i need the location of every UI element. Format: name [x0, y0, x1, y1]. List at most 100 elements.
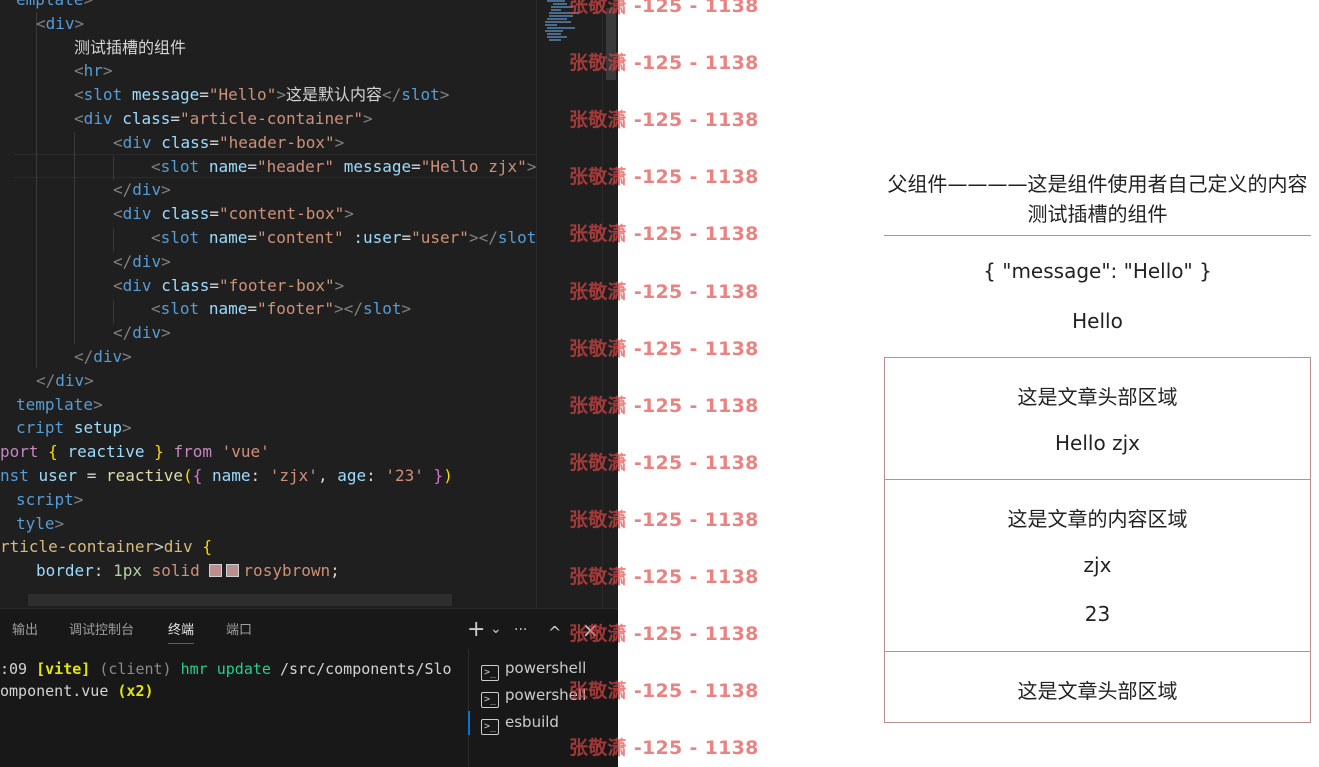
code-editor[interactable]: emplate><div>测试插槽的组件<hr><slot message="H…	[0, 0, 536, 608]
code-token: >	[84, 370, 94, 390]
code-token: tyle	[16, 513, 55, 533]
code-line: </div>	[36, 369, 94, 393]
watermark-text: 张敬潇 -125 - 1138	[569, 451, 759, 474]
tab-debug-console[interactable]: 调试控制台	[69, 622, 134, 644]
watermark-text: 张敬潇 -125 - 1138	[569, 0, 759, 17]
code-token: </	[381, 85, 402, 105]
code-token: "Hello"	[208, 85, 277, 105]
code-token: <	[74, 61, 84, 81]
terminal-token: (x2)	[117, 682, 154, 700]
code-token: </	[113, 180, 133, 200]
maximize-panel-button[interactable]: ^	[548, 621, 561, 645]
code-token: div	[132, 323, 162, 343]
code-token: =	[209, 132, 219, 152]
add-terminal-button[interactable]: +	[467, 618, 485, 642]
footer-box-title: 这是文章头部区域	[1017, 679, 1178, 703]
code-token: <	[36, 13, 46, 33]
code-token: emplate	[16, 0, 83, 9]
code-token: name	[208, 228, 248, 247]
minimap-line	[545, 30, 563, 32]
terminal-token: hmr update	[180, 660, 271, 678]
more-actions-button[interactable]: ···	[514, 618, 527, 642]
tab-output[interactable]: 输出	[12, 622, 38, 644]
code-token: >	[154, 537, 164, 557]
code-token: >	[121, 418, 132, 438]
watermark-text: 张敬潇 -125 - 1138	[569, 508, 759, 531]
code-line: cript setup>	[16, 416, 132, 440]
code-token: "header-box"	[219, 132, 335, 152]
watermark-text: 张敬潇 -125 - 1138	[569, 337, 759, 360]
code-token: slot	[83, 85, 123, 105]
code-line: nst user = reactive({ name: 'zjx', age: …	[0, 464, 453, 488]
code-token: class	[161, 132, 210, 152]
slot-props-text: { "message": "Hello" }	[983, 259, 1212, 283]
code-token: >	[363, 109, 373, 128]
code-token: >	[334, 132, 345, 152]
code-token: div	[45, 13, 75, 33]
code-line: </div>	[113, 321, 171, 345]
watermark-text: 张敬潇 -125 - 1138	[569, 166, 759, 189]
minimap-line	[545, 21, 571, 23]
code-token: div	[132, 251, 162, 271]
code-token: }	[154, 442, 164, 462]
tab-terminal[interactable]: 终端	[168, 622, 195, 644]
component-title: 测试插槽的组件	[1027, 202, 1168, 226]
code-token: <	[113, 275, 123, 295]
terminal-item-esbuild[interactable]: >_ esbuild	[468, 709, 559, 735]
content-box-user-name: zjx	[1083, 553, 1112, 577]
code-token: slot	[497, 228, 536, 247]
code-line: template>	[16, 393, 103, 417]
code-token: :	[93, 561, 114, 581]
code-token: (	[183, 466, 193, 485]
code-token: ></	[468, 228, 498, 247]
code-line: <div class="header-box">	[113, 131, 344, 155]
code-line: <slot name="header" message="Hello zjx">	[151, 155, 536, 179]
code-token: reactive	[67, 442, 145, 462]
code-token: div	[122, 204, 152, 224]
code-line: <slot name="content" :user="user"></slot	[151, 226, 536, 250]
code-token: <	[151, 228, 161, 247]
code-token: :	[250, 466, 270, 485]
code-token: <	[113, 204, 123, 224]
code-line: </div>	[113, 250, 171, 274]
code-token: >	[102, 61, 113, 81]
terminal-token: :09	[0, 660, 37, 678]
code-line: tyle>	[16, 512, 64, 536]
horizontal-scrollbar[interactable]	[28, 594, 452, 606]
code-token: slot	[160, 228, 200, 247]
code-line: script>	[16, 488, 83, 512]
minimap-line	[551, 9, 561, 11]
code-token: =	[247, 228, 257, 247]
minimap-line	[547, 36, 567, 38]
terminal-line: :09 [vite] (client) hmr update /src/comp…	[0, 658, 452, 680]
code-token: from	[173, 442, 212, 462]
watermark-text: 张敬潇 -125 - 1138	[569, 223, 759, 246]
code-token: template	[16, 394, 94, 414]
tab-ports[interactable]: 端口	[226, 622, 252, 644]
code-token: =	[411, 156, 421, 176]
chevron-down-icon[interactable]: ⌄	[490, 617, 502, 641]
code-token: slot	[362, 299, 402, 319]
terminal-item-label: powershell	[505, 659, 587, 677]
bottom-panel: 输出 调试控制台 终端 端口 + ⌄ ··· ^ × :09 [vite] (c…	[0, 608, 618, 767]
code-token: <	[151, 156, 161, 176]
code-line: <hr>	[74, 59, 113, 83]
code-token: div	[55, 370, 85, 390]
minimap-line	[547, 27, 575, 29]
code-token: class	[161, 275, 210, 295]
code-token: </	[113, 323, 133, 343]
code-token: rticle-container	[0, 537, 155, 557]
code-token: border	[36, 561, 94, 581]
code-token: </	[36, 370, 56, 390]
code-token: "header"	[256, 156, 335, 176]
code-token: }	[433, 466, 444, 485]
